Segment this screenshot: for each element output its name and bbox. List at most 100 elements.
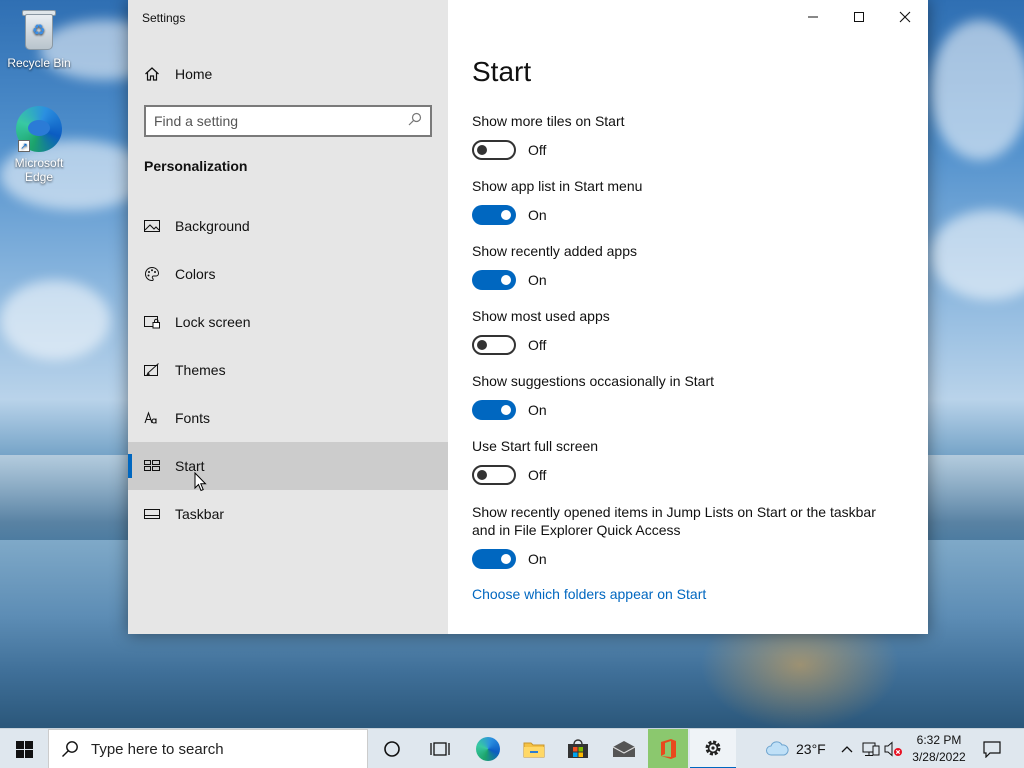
setting-show-app-list: Show app list in Start menu On (472, 177, 902, 225)
taskbar-settings-button[interactable] (690, 729, 736, 768)
setting-label: Show more tiles on Start (472, 113, 625, 129)
edge-icon (476, 737, 500, 761)
office-icon (661, 739, 676, 759)
toggle-switch[interactable] (472, 140, 516, 160)
volume-muted-icon (884, 741, 902, 757)
desktop-icon-recycle-bin[interactable]: ♻ Recycle Bin (1, 8, 77, 70)
taskbar-store-button[interactable] (556, 729, 600, 768)
sidebar-item-home[interactable]: Home (128, 50, 448, 98)
sidebar-item-label: Lock screen (175, 314, 251, 330)
windows-logo-icon (15, 740, 33, 758)
sidebar-item-themes[interactable]: Themes (128, 346, 448, 394)
sidebar-item-label: Home (175, 66, 213, 82)
clock-date: 3/28/2022 (912, 750, 966, 764)
taskbar-clock[interactable]: 6:32 PM 3/28/2022 (906, 732, 972, 766)
toggle-switch[interactable] (472, 335, 516, 355)
toggle-state: On (528, 551, 547, 567)
toggle-state: On (528, 272, 547, 288)
search-input[interactable] (154, 113, 408, 129)
start-button[interactable] (0, 729, 48, 768)
picture-icon (144, 218, 160, 234)
sidebar-item-label: Themes (175, 362, 226, 378)
clock-time: 6:32 PM (916, 733, 962, 747)
desktop-icon-label: Microsoft Edge (14, 156, 64, 184)
toggle-switch[interactable] (472, 270, 516, 290)
task-view-button[interactable] (418, 729, 462, 768)
toggle-state: Off (528, 467, 547, 483)
toggle-switch[interactable] (472, 549, 516, 569)
cortana-icon (384, 741, 400, 757)
lock-screen-icon (144, 314, 160, 330)
mail-icon (612, 741, 636, 757)
choose-folders-link[interactable]: Choose which folders appear on Start (472, 586, 706, 602)
sidebar-item-background[interactable]: Background (128, 202, 448, 250)
chevron-up-icon (841, 746, 853, 753)
mouse-cursor-icon (194, 472, 207, 492)
toggle-switch[interactable] (472, 400, 516, 420)
taskbar-file-explorer-button[interactable] (512, 729, 556, 768)
page-title: Start (472, 56, 532, 87)
setting-label: Use Start full screen (472, 438, 599, 454)
taskbar-search-box[interactable]: Type here to search (48, 729, 368, 768)
toggle-switch[interactable] (472, 205, 516, 225)
setting-full-screen: Use Start full screen Off (472, 437, 902, 485)
weather-temperature[interactable]: 23°F (796, 741, 826, 757)
sidebar-item-lock-screen[interactable]: Lock screen (128, 298, 448, 346)
palette-icon (144, 266, 160, 282)
search-icon (62, 741, 78, 757)
volume-button[interactable] (883, 729, 905, 768)
toggle-state: Off (528, 337, 547, 353)
home-icon (144, 66, 160, 82)
setting-label: Show recently opened items in Jump Lists… (472, 504, 876, 538)
action-center-button[interactable] (976, 729, 1008, 768)
search-icon[interactable] (408, 112, 422, 131)
find-setting-search[interactable] (144, 105, 432, 137)
taskbar: Type here to search 23°F 6:32 PM 3/28/20… (0, 728, 1024, 768)
cortana-button[interactable] (370, 729, 414, 768)
brush-icon (144, 362, 160, 378)
setting-label: Show app list in Start menu (472, 178, 643, 194)
setting-label: Show most used apps (472, 308, 610, 324)
setting-suggestions: Show suggestions occasionally in Start O… (472, 372, 902, 420)
toggle-state: On (528, 402, 547, 418)
taskbar-office-button[interactable] (648, 729, 688, 768)
sidebar-item-fonts[interactable]: Fonts (128, 394, 448, 442)
show-hidden-icons-button[interactable] (838, 729, 856, 768)
sidebar-item-label: Taskbar (175, 506, 225, 522)
sidebar: Settings Home Personalization Background (128, 0, 448, 634)
gear-icon (705, 740, 721, 756)
start-layout-icon (144, 458, 160, 474)
sidebar-item-colors[interactable]: Colors (128, 250, 448, 298)
network-button[interactable] (860, 729, 882, 768)
taskbar-edge-button[interactable] (466, 729, 510, 768)
sidebar-item-label: Background (175, 218, 250, 234)
setting-recently-added: Show recently added apps On (472, 242, 902, 290)
sidebar-item-label: Colors (175, 266, 216, 282)
weather-widget[interactable] (762, 729, 792, 768)
toggle-state: On (528, 207, 547, 223)
taskbar-mail-button[interactable] (602, 729, 646, 768)
main-content: Start Show more tiles on Start Off Show … (448, 0, 928, 634)
edge-icon: ↗ (16, 106, 62, 152)
font-icon (144, 410, 160, 426)
setting-most-used: Show most used apps Off (472, 307, 902, 355)
setting-show-more-tiles: Show more tiles on Start Off (472, 112, 902, 160)
setting-label: Show recently added apps (472, 243, 637, 259)
sidebar-item-taskbar[interactable]: Taskbar (128, 490, 448, 538)
setting-jump-lists: Show recently opened items in Jump Lists… (472, 503, 902, 569)
category-heading: Personalization (144, 158, 248, 174)
folder-icon (523, 742, 545, 758)
network-icon (862, 742, 880, 756)
cloud-icon (766, 741, 789, 756)
desktop-icon-edge[interactable]: ↗ Microsoft Edge (1, 106, 77, 184)
taskbar-icon (144, 506, 160, 522)
setting-label: Show suggestions occasionally in Start (472, 373, 715, 389)
recycle-bin-icon: ♻ (20, 8, 58, 52)
toggle-switch[interactable] (472, 465, 516, 485)
desktop-icon-label: Recycle Bin (7, 56, 71, 70)
toggle-state: Off (528, 142, 547, 158)
store-icon (568, 739, 588, 758)
settings-window: Settings Home Personalization Background (128, 0, 928, 634)
sidebar-item-start[interactable]: Start (128, 442, 448, 490)
window-title: Settings (142, 11, 186, 25)
